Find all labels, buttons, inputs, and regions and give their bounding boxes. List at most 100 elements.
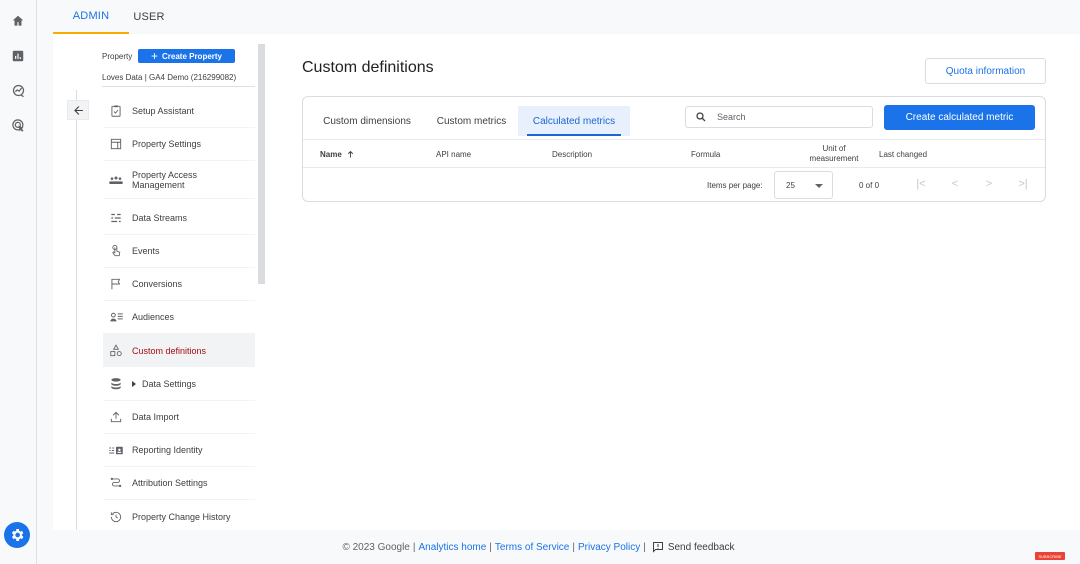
reports-icon[interactable]	[9, 47, 27, 65]
attribution-icon	[107, 474, 125, 492]
property-name[interactable]: Loves Data | GA4 Demo (216299082)	[102, 73, 236, 82]
history-icon	[107, 508, 125, 526]
admin-gear-icon[interactable]	[4, 522, 30, 548]
create-property-label: Create Property	[161, 51, 223, 61]
footer-separator: |	[643, 541, 646, 553]
nav-item-data-streams[interactable]: Data Streams	[103, 202, 255, 235]
nav-item-label: Data Settings	[142, 379, 197, 389]
tab-label: Calculated metrics	[532, 115, 616, 127]
admin-user-tabbar: ADMIN USER	[37, 0, 1080, 34]
flag-icon	[107, 275, 125, 293]
footer-separator: |	[489, 541, 492, 553]
left-nav-rail	[0, 0, 37, 564]
calculated-metrics-card: Custom dimensions Custom metrics Calcula…	[302, 96, 1046, 202]
nav-item-events[interactable]: Events	[103, 235, 255, 268]
privacy-policy-link[interactable]: Privacy Policy	[578, 542, 640, 553]
search-input[interactable]	[717, 112, 857, 122]
people-icon	[107, 171, 125, 189]
column-header-formula: Formula	[691, 149, 721, 159]
terms-of-service-link[interactable]: Terms of Service	[495, 542, 569, 553]
previous-page-icon[interactable]: <	[948, 177, 962, 191]
tab-custom-metrics[interactable]: Custom metrics	[425, 106, 518, 136]
analytics-home-link[interactable]: Analytics home	[418, 542, 486, 553]
copyright: © 2023 Google	[342, 541, 410, 553]
items-per-page-value: 25	[786, 180, 795, 190]
nav-item-label: Property Change History	[132, 511, 231, 522]
nav-divider-line	[76, 90, 77, 530]
table-header: Name API name Description Formula Unit o…	[303, 139, 1045, 168]
nav-scrollbar[interactable]	[258, 44, 265, 284]
nav-item-label: Conversions	[132, 279, 183, 289]
home-icon[interactable]	[9, 12, 27, 30]
nav-item-label: Setup Assistant	[132, 106, 195, 116]
nav-item-label: Events	[132, 246, 160, 256]
dropdown-arrow-icon	[815, 184, 823, 188]
nav-item-custom-definitions[interactable]: Custom definitions	[103, 334, 255, 367]
footer-separator: |	[572, 541, 575, 553]
items-per-page-label: Items per page:	[707, 181, 763, 190]
send-feedback-label: Send feedback	[667, 541, 735, 553]
tab-user[interactable]: USER	[129, 0, 169, 34]
tab-custom-dimensions[interactable]: Custom dimensions	[309, 106, 425, 136]
upload-icon	[107, 408, 125, 426]
feedback-icon	[652, 542, 663, 553]
nav-item-data-settings[interactable]: Data Settings	[103, 368, 255, 401]
property-settings-icon	[107, 135, 125, 153]
column-header-unit-of-measurement: Unit of measurement	[809, 144, 859, 163]
create-calculated-metric-button[interactable]: Create calculated metric	[884, 105, 1035, 130]
nav-item-label: Reporting Identity	[132, 445, 203, 455]
search-icon	[696, 112, 706, 122]
footer-separator: |	[412, 541, 416, 553]
page-title: Custom definitions	[302, 59, 434, 76]
expand-arrow-icon[interactable]	[132, 381, 136, 387]
items-per-page-select[interactable]: 25	[774, 171, 833, 199]
shapes-icon	[107, 342, 125, 360]
active-tab-indicator	[527, 134, 621, 136]
explore-icon[interactable]	[9, 81, 27, 99]
nav-item-label: Property Settings	[132, 139, 202, 149]
property-label: Property	[102, 52, 133, 61]
quota-information-button[interactable]: Quota information	[925, 58, 1046, 84]
tab-calculated-metrics[interactable]: Calculated metrics	[518, 106, 630, 136]
column-label: Name	[320, 149, 342, 159]
nav-item-reporting-identity[interactable]: Reporting Identity	[103, 434, 255, 467]
last-page-icon[interactable]: >|	[1016, 177, 1030, 191]
nav-item-label: Property Access Management	[132, 169, 198, 190]
data-streams-icon	[107, 209, 125, 227]
arrow-left-icon	[73, 105, 83, 115]
paginator: Items per page: 25 0 of 0 |< < > >|	[303, 168, 1045, 201]
subscribe-badge[interactable]: SUBSCRIBE	[1035, 552, 1065, 560]
footer: © 2023 Google | Analytics home | Terms o…	[37, 530, 1080, 564]
nav-item-label: Custom definitions	[132, 345, 207, 356]
search-box[interactable]	[685, 106, 873, 128]
first-page-icon[interactable]: |<	[914, 177, 928, 191]
database-icon	[107, 375, 125, 393]
column-header-api-name: API name	[436, 149, 472, 159]
sort-arrow-up-icon[interactable]	[346, 150, 355, 159]
nav-item-conversions[interactable]: Conversions	[103, 268, 255, 301]
nav-item-label: Attribution Settings	[132, 478, 208, 488]
identity-icon	[107, 441, 125, 459]
create-property-button[interactable]: + Create Property	[138, 49, 235, 63]
nav-item-data-import[interactable]: Data Import	[103, 401, 255, 434]
nav-item-setup-assistant[interactable]: Setup Assistant	[103, 95, 255, 128]
page-range-label: 0 of 0	[859, 181, 880, 190]
send-feedback-button[interactable]: Send feedback	[652, 541, 735, 553]
advertising-icon[interactable]	[9, 116, 27, 134]
column-header-name[interactable]: Name	[320, 140, 355, 168]
nav-item-attribution-settings[interactable]: Attribution Settings	[103, 467, 255, 500]
nav-item-label: Data Import	[132, 412, 180, 422]
nav-item-property-change-history[interactable]: Property Change History	[103, 500, 255, 533]
next-page-icon[interactable]: >	[982, 177, 996, 191]
nav-item-label: Audiences	[132, 312, 175, 322]
plus-icon: +	[150, 49, 158, 63]
nav-item-property-settings[interactable]: Property Settings	[103, 128, 255, 161]
column-header-description: Description	[552, 149, 593, 159]
clipboard-check-icon	[107, 102, 125, 120]
nav-item-label: Data Streams	[132, 213, 188, 223]
back-button[interactable]	[67, 100, 89, 120]
audience-icon	[107, 308, 125, 326]
tab-admin[interactable]: ADMIN	[53, 0, 129, 34]
nav-item-audiences[interactable]: Audiences	[103, 301, 255, 334]
nav-item-property-access-management[interactable]: Property Access Management	[103, 161, 255, 199]
